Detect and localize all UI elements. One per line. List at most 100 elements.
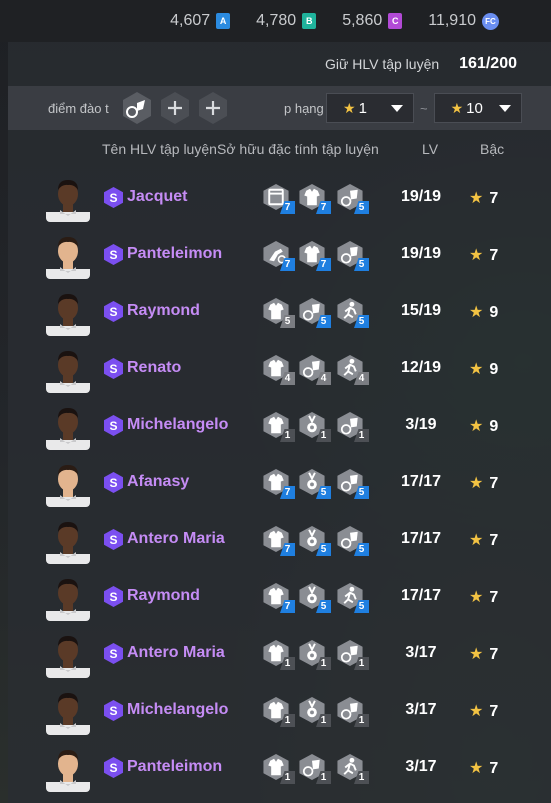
trainer-row[interactable]: S Michelangelo 1 1 1 3/19 ★ 9 bbox=[8, 396, 551, 453]
trainer-grade: ★ 7 bbox=[469, 245, 498, 265]
trainer-avatar bbox=[46, 402, 90, 450]
s-rank-badge: S bbox=[104, 586, 123, 607]
grade-value: 9 bbox=[489, 361, 499, 378]
trainer-grade: ★ 7 bbox=[469, 473, 498, 493]
trainer-row[interactable]: S Michelangelo 1 1 1 3/17 ★ 7 bbox=[8, 681, 551, 738]
star-icon: ★ bbox=[469, 589, 484, 606]
ball-trait-icon: 5 bbox=[335, 525, 369, 556]
fc-coins-value: 11,910 bbox=[428, 12, 476, 29]
trainer-row[interactable]: S Afanasy 7 5 5 17/17 ★ 7 bbox=[8, 453, 551, 510]
runner-trait-icon: 5 bbox=[335, 297, 369, 328]
trainer-row[interactable]: S Raymond 7 5 5 17/17 ★ 7 bbox=[8, 567, 551, 624]
shirt-trait-icon: 1 bbox=[261, 639, 295, 670]
medal-trait-icon: 5 bbox=[297, 582, 331, 613]
star-icon: ★ bbox=[469, 361, 484, 378]
trainer-grade: ★ 7 bbox=[469, 758, 498, 778]
ball-trait-icon: 1 bbox=[335, 696, 369, 727]
shirt-trait-icon: 7 bbox=[261, 525, 295, 556]
trainer-grade: ★ 9 bbox=[469, 359, 498, 379]
s-rank-badge: S bbox=[104, 472, 123, 493]
trainer-name: Antero Maria bbox=[127, 644, 225, 661]
ball-trait-icon: 1 bbox=[297, 753, 331, 784]
trainer-level: 17/17 bbox=[400, 587, 442, 604]
ball-trait-icon: 4 bbox=[297, 354, 331, 385]
medal-trait-icon: 1 bbox=[297, 639, 331, 670]
star-icon: ★ bbox=[469, 475, 484, 492]
trainer-level: 12/19 bbox=[400, 359, 442, 376]
currency-c: 5,860 C bbox=[342, 12, 403, 30]
trainer-avatar bbox=[46, 459, 90, 507]
shirt-trait-icon: 4 bbox=[261, 354, 295, 385]
grade-value: 7 bbox=[489, 190, 499, 207]
star-icon: ★ bbox=[469, 304, 484, 321]
grade-value: 9 bbox=[489, 418, 499, 435]
trainer-level: 3/17 bbox=[405, 701, 437, 718]
star-icon: ★ bbox=[469, 760, 484, 777]
star-icon: ★ bbox=[469, 418, 484, 435]
hold-value: 161/200 bbox=[459, 55, 517, 72]
grade-value: 7 bbox=[489, 475, 499, 492]
filter-slot-trait[interactable] bbox=[120, 91, 154, 125]
s-rank-badge: S bbox=[104, 643, 123, 664]
trainer-name: Afanasy bbox=[127, 473, 190, 490]
column-name[interactable]: Tên HLV tập luyện bbox=[102, 141, 217, 157]
trainer-name: Renato bbox=[127, 359, 182, 376]
s-rank-badge: S bbox=[104, 700, 123, 721]
rank-max-dropdown[interactable]: ★ 10 bbox=[433, 93, 522, 123]
trainer-grade: ★ 7 bbox=[469, 587, 498, 607]
filter-slot-add-1[interactable] bbox=[158, 91, 192, 125]
trainer-level: 3/17 bbox=[405, 758, 437, 775]
fc-coin-icon: FC bbox=[482, 12, 499, 30]
shirt-trait-icon: 7 bbox=[261, 468, 295, 499]
trainer-row[interactable]: S Panteleimon 7 7 5 19/19 ★ 7 bbox=[8, 225, 551, 282]
trainer-name: Raymond bbox=[127, 587, 200, 604]
rank-max-value: 10 bbox=[466, 99, 483, 117]
trainer-avatar bbox=[46, 231, 90, 279]
trainer-level: 19/19 bbox=[400, 188, 442, 205]
trainer-row[interactable]: S Antero Maria 1 1 1 3/17 ★ 7 bbox=[8, 624, 551, 681]
trainer-grade: ★ 7 bbox=[469, 701, 498, 721]
filter-slot-add-2[interactable] bbox=[196, 91, 230, 125]
trainer-row[interactable]: S Antero Maria 7 5 5 17/17 ★ 7 bbox=[8, 510, 551, 567]
chevron-down-icon bbox=[498, 105, 511, 112]
column-lv[interactable]: LV bbox=[422, 141, 438, 157]
star-icon: ★ bbox=[469, 190, 484, 207]
trainer-row[interactable]: S Panteleimon 1 1 1 3/17 ★ 7 bbox=[8, 738, 551, 795]
ball-trait-icon: 1 bbox=[335, 639, 369, 670]
column-grade[interactable]: Bậc bbox=[480, 141, 504, 157]
trainer-grade: ★ 7 bbox=[469, 644, 498, 664]
runner-trait-icon: 5 bbox=[335, 582, 369, 613]
trainer-row[interactable]: S Raymond 5 5 5 15/19 ★ 9 bbox=[8, 282, 551, 339]
trainer-avatar bbox=[46, 174, 90, 222]
medal-trait-icon: 1 bbox=[297, 411, 331, 442]
rank-label: p hạng bbox=[284, 100, 324, 116]
shirt-trait-icon: 7 bbox=[297, 183, 331, 214]
card-trait-icon: 7 bbox=[261, 183, 295, 214]
filter-bar: điểm đào t p hạng ★ 1 ~ ★ 10 bbox=[8, 86, 551, 130]
s-rank-badge: S bbox=[104, 358, 123, 379]
column-traits[interactable]: Sở hữu đặc tính tập luyện bbox=[217, 141, 379, 157]
trainer-level: 17/17 bbox=[400, 530, 442, 547]
trainer-row[interactable]: S Jacquet 7 7 5 19/19 ★ 7 bbox=[8, 168, 551, 225]
runner-trait-icon: 1 bbox=[335, 753, 369, 784]
shirt-trait-icon: 1 bbox=[261, 696, 295, 727]
trainer-name: Panteleimon bbox=[127, 245, 223, 262]
ball-trait-icon: 5 bbox=[297, 297, 331, 328]
trainer-row[interactable]: S Renato 4 4 4 12/19 ★ 9 bbox=[8, 339, 551, 396]
ball-trait-icon: 5 bbox=[335, 183, 369, 214]
plus-icon bbox=[199, 92, 227, 124]
chevron-down-icon bbox=[391, 105, 403, 112]
trainer-grade: ★ 9 bbox=[469, 416, 498, 436]
trainer-level: 3/19 bbox=[405, 416, 437, 433]
grade-value: 7 bbox=[489, 247, 499, 264]
currency-c-icon: C bbox=[388, 13, 403, 29]
trainer-level: 15/19 bbox=[400, 302, 442, 319]
rank-min-dropdown[interactable]: ★ 1 bbox=[326, 93, 414, 123]
grade-value: 7 bbox=[489, 760, 499, 777]
rank-separator: ~ bbox=[420, 100, 428, 116]
s-rank-badge: S bbox=[104, 301, 123, 322]
filter-label: điểm đào t bbox=[48, 100, 109, 116]
medal-trait-icon: 1 bbox=[297, 696, 331, 727]
runner-trait-icon: 4 bbox=[335, 354, 369, 385]
currency-bar: 4,607 A 4,780 B 5,860 C 11,910 FC bbox=[0, 0, 551, 42]
